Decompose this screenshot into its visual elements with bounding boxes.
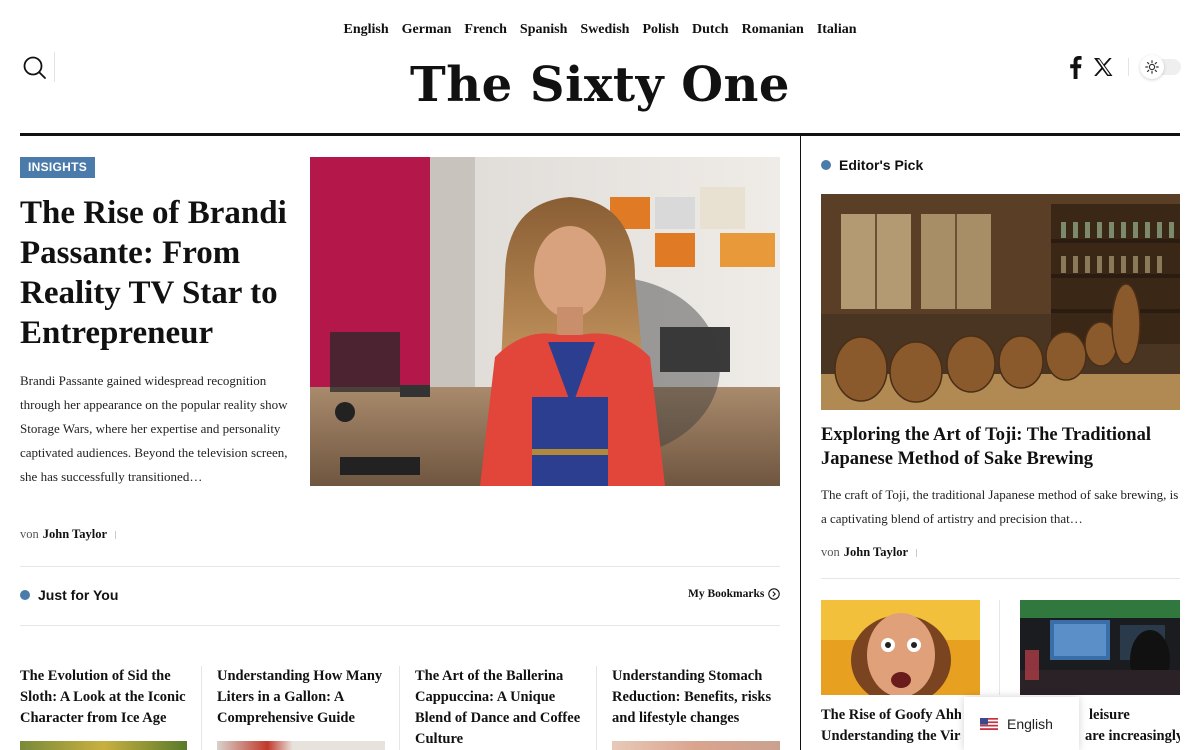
lang-link-spanish[interactable]: Spanish (513, 20, 573, 42)
heading-dot (821, 160, 831, 170)
small-card-title-line: Understanding the Viral (821, 728, 961, 744)
author-link[interactable]: John Taylor (844, 545, 908, 559)
card-divider (201, 666, 202, 750)
card-thumbnail[interactable] (20, 741, 187, 750)
section-rule (20, 625, 780, 626)
byline-prefix: von (20, 527, 39, 541)
author-link[interactable]: John Taylor (43, 527, 107, 541)
small-card-image[interactable] (821, 600, 980, 695)
arrow-circle-icon (768, 588, 781, 600)
small-card-title-line: leisure (1089, 707, 1130, 723)
lang-link-italian[interactable]: Italian (810, 20, 863, 42)
card-title[interactable]: The Art of the Ballerina Cappuccina: A U… (415, 666, 585, 750)
lang-link-swedish[interactable]: Swedish (574, 20, 636, 42)
small-card-title-line: The Rise of Goofy Ahh: (821, 707, 961, 723)
byline-divider (916, 549, 918, 558)
site-logo[interactable]: The Sixty One (0, 52, 1200, 118)
editors-pick-heading: Editor's Pick (821, 157, 923, 173)
small-card-title-line: are increasingly (1085, 728, 1180, 744)
language-switcher-popup[interactable]: English (964, 697, 1079, 750)
language-nav: English German French Spanish Swedish Po… (0, 20, 1200, 42)
lang-link-romanian[interactable]: Romanian (735, 20, 810, 42)
section-rule (821, 578, 1180, 579)
card-divider (596, 666, 597, 750)
column-divider (800, 136, 801, 750)
category-badge[interactable]: INSIGHTS (20, 157, 96, 178)
heading-dot (20, 590, 30, 600)
facebook-icon[interactable] (1066, 55, 1084, 79)
just-for-you-label: Just for You (38, 587, 119, 603)
card-title[interactable]: Understanding Stomach Reduction: Benefit… (612, 666, 780, 729)
lang-link-polish[interactable]: Polish (636, 20, 686, 42)
hero-excerpt: Brandi Passante gained widespread recogn… (20, 373, 288, 484)
x-icon[interactable] (1092, 56, 1114, 78)
section-rule (20, 566, 780, 567)
small-card-image[interactable] (1020, 600, 1180, 695)
my-bookmarks-label: My Bookmarks (688, 588, 765, 600)
my-bookmarks-link[interactable]: My Bookmarks (688, 588, 781, 600)
editors-pick-byline: von John Taylor (821, 545, 918, 560)
lang-link-dutch[interactable]: Dutch (686, 20, 736, 42)
byline-divider (115, 531, 117, 540)
lang-link-english[interactable]: English (337, 20, 395, 42)
us-flag-icon (980, 717, 998, 730)
card-thumbnail[interactable] (612, 741, 780, 750)
sun-icon[interactable] (1140, 55, 1164, 79)
small-card-title[interactable]: leisure are increasingly (1085, 705, 1180, 747)
editors-pick-excerpt: The craft of Toji, the traditional Japan… (821, 487, 1179, 526)
header-divider (1128, 58, 1129, 76)
card-divider (999, 600, 1000, 695)
card-title[interactable]: The Evolution of Sid the Sloth: A Look a… (20, 666, 188, 729)
small-card-title[interactable]: The Rise of Goofy Ahh: Understanding the… (821, 705, 961, 747)
lang-link-german[interactable]: German (395, 20, 458, 42)
language-switcher-label: English (1007, 715, 1053, 732)
just-for-you-heading: Just for You (20, 587, 118, 603)
editors-pick-title[interactable]: Exploring the Art of Toji: The Tradition… (821, 423, 1180, 471)
editors-pick-label: Editor's Pick (839, 157, 924, 173)
header-rule (20, 133, 1180, 136)
editors-pick-image[interactable] (821, 194, 1180, 410)
card-title[interactable]: Understanding How Many Liters in a Gallo… (217, 666, 387, 729)
lang-link-french[interactable]: French (458, 20, 514, 42)
hero-image[interactable] (310, 157, 780, 486)
card-thumbnail[interactable] (217, 741, 385, 750)
hero-byline: von John Taylor (20, 527, 117, 542)
card-divider (399, 666, 400, 750)
hero-title[interactable]: The Rise of Brandi Passante: From Realit… (20, 193, 295, 353)
byline-prefix: von (821, 545, 840, 559)
